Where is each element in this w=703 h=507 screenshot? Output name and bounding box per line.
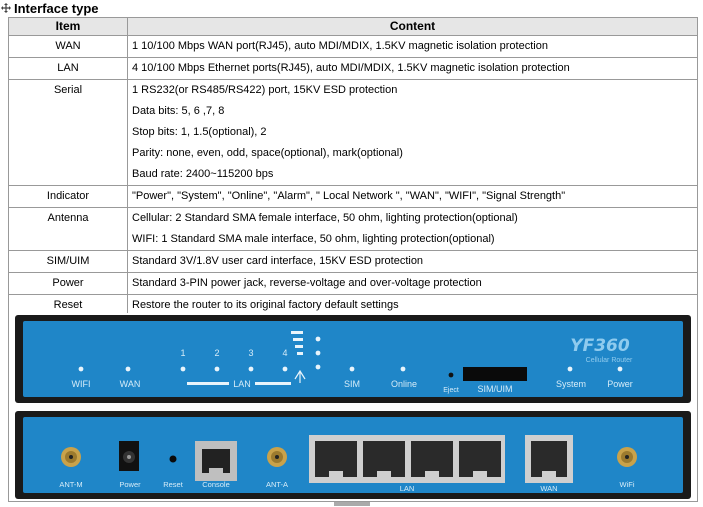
label-eject: Eject xyxy=(443,387,459,394)
lan-port-2[interactable] xyxy=(363,441,405,477)
column-header-content: Content xyxy=(127,17,698,36)
label-system: System xyxy=(556,379,586,389)
lan-port-1[interactable] xyxy=(315,441,357,477)
led-lan-3 xyxy=(248,366,254,372)
led-signal-3 xyxy=(315,364,321,370)
cell-item: Power xyxy=(8,272,128,295)
lan-bar-right xyxy=(255,382,291,385)
led-power xyxy=(617,366,623,372)
table-row: Antenna Cellular: 2 Standard SMA female i… xyxy=(8,207,698,251)
table-row: WAN 1 10/100 Mbps WAN port(RJ45), auto MD… xyxy=(8,35,698,58)
wifi-connector[interactable] xyxy=(617,447,637,467)
console-port[interactable] xyxy=(195,441,237,481)
content-line: "Power", "System", "Online", "Alarm", " … xyxy=(132,190,566,202)
cell-content: 1 RS232(or RS485/RS422) port, 15KV ESD p… xyxy=(127,79,698,186)
led-online xyxy=(400,366,406,372)
table-row: Indicator "Power", "System", "Online", "A… xyxy=(8,185,698,208)
cell-item: Antenna xyxy=(8,207,128,251)
content-line: Data bits: 5, 6 ,7, 8 xyxy=(132,105,225,117)
ant-a-connector[interactable] xyxy=(267,447,287,467)
sim-card-slot[interactable] xyxy=(463,367,527,381)
ant-m-connector[interactable] xyxy=(61,447,81,467)
cell-content: 1 10/100 Mbps WAN port(RJ45), auto MDI/M… xyxy=(127,35,698,58)
label-power: Power xyxy=(607,379,633,389)
content-line: Parity: none, even, odd, space(optional)… xyxy=(132,147,403,159)
led-wan xyxy=(125,366,131,372)
content-line: 1 10/100 Mbps WAN port(RJ45), auto MDI/M… xyxy=(132,40,548,52)
cell-item: SIM/UIM xyxy=(8,250,128,273)
label-wan: WAN xyxy=(120,379,141,389)
lan-number-1: 1 xyxy=(180,348,185,358)
table-body: WAN 1 10/100 Mbps WAN port(RJ45), auto MD… xyxy=(8,35,698,317)
cell-content: Standard 3V/1.8V user card interface, 15… xyxy=(127,250,698,273)
label-sim: SIM xyxy=(344,379,360,389)
eject-button[interactable] xyxy=(448,372,454,378)
label-wifi: WIFI xyxy=(72,379,91,389)
table-row: SIM/UIM Standard 3V/1.8V user card interf… xyxy=(8,250,698,273)
lan-port-3[interactable] xyxy=(411,441,453,477)
lan-port-4[interactable] xyxy=(459,441,501,477)
section-header: Interface type xyxy=(0,0,99,16)
rear-label-lan: LAN xyxy=(400,484,415,493)
led-lan-4 xyxy=(282,366,288,372)
cell-content: 4 10/100 Mbps Ethernet ports(RJ45), auto… xyxy=(127,57,698,80)
image-resize-handle[interactable] xyxy=(334,502,370,506)
led-signal-2 xyxy=(315,350,321,356)
table-header-row: Item Content xyxy=(8,17,698,36)
rear-label-console: Console xyxy=(202,480,230,489)
cell-content: Standard 3-PIN power jack, reverse-volta… xyxy=(127,272,698,295)
cell-item: Indicator xyxy=(8,185,128,208)
power-jack[interactable] xyxy=(119,441,139,471)
rear-label-wifi: WiFi xyxy=(620,480,635,489)
label-online: Online xyxy=(391,379,417,389)
router-illustration: YF360 Cellular Router 1 2 3 4 WIFI WAN L… xyxy=(15,315,691,499)
content-line: Standard 3-PIN power jack, reverse-volta… xyxy=(132,277,482,289)
lan-bar-left xyxy=(187,382,229,385)
signal-bar-3 xyxy=(295,345,303,348)
rear-label-ant-m: ANT-M xyxy=(59,480,82,489)
led-wifi xyxy=(78,366,84,372)
rear-label-ant-a: ANT-A xyxy=(266,480,288,489)
brand-logo: YF360 xyxy=(570,336,630,356)
signal-bar-1 xyxy=(291,331,303,334)
interface-table: Item Content WAN 1 10/100 Mbps WAN port(R… xyxy=(8,17,698,317)
led-lan-1 xyxy=(180,366,186,372)
content-line: 1 RS232(or RS485/RS422) port, 15KV ESD p… xyxy=(132,84,398,96)
router-photo: YF360 Cellular Router 1 2 3 4 WIFI WAN L… xyxy=(8,313,698,502)
move-handle-icon[interactable] xyxy=(1,3,11,13)
table-row: Serial 1 RS232(or RS485/RS422) port, 15KV… xyxy=(8,79,698,186)
content-line: Stop bits: 1, 1.5(optional), 2 xyxy=(132,126,267,138)
led-sim xyxy=(349,366,355,372)
wan-port[interactable] xyxy=(525,435,573,483)
content-line: Baud rate: 2400~115200 bps xyxy=(132,168,274,180)
rear-label-wan: WAN xyxy=(540,484,557,493)
cell-item: LAN xyxy=(8,57,128,80)
cell-content: Cellular: 2 Standard SMA female interfac… xyxy=(127,207,698,251)
signal-bar-2 xyxy=(293,338,303,341)
led-lan-2 xyxy=(214,366,220,372)
content-line: 4 10/100 Mbps Ethernet ports(RJ45), auto… xyxy=(132,62,570,74)
table-row: Power Standard 3-PIN power jack, reverse-… xyxy=(8,272,698,295)
content-line: Cellular: 2 Standard SMA female interfac… xyxy=(132,212,518,224)
lan-number-4: 4 xyxy=(282,348,287,358)
lan-number-2: 2 xyxy=(214,348,219,358)
cell-item: Serial xyxy=(8,79,128,186)
led-signal-1 xyxy=(315,336,321,342)
signal-bar-4 xyxy=(297,352,303,355)
column-header-item: Item xyxy=(8,17,128,36)
cell-item: WAN xyxy=(8,35,128,58)
led-system xyxy=(567,366,573,372)
cell-content: "Power", "System", "Online", "Alarm", " … xyxy=(127,185,698,208)
label-sim-uim: SIM/UIM xyxy=(478,384,513,394)
label-lan: LAN xyxy=(233,379,251,389)
rear-label-reset: Reset xyxy=(163,480,184,489)
rear-label-power: Power xyxy=(119,480,141,489)
brand-subtitle: Cellular Router xyxy=(586,357,633,364)
section-title: Interface type xyxy=(14,0,99,16)
content-line: Standard 3V/1.8V user card interface, 15… xyxy=(132,255,424,267)
table-row: LAN 4 10/100 Mbps Ethernet ports(RJ45), a… xyxy=(8,57,698,80)
content-line: WIFI: 1 Standard SMA male interface, 50 … xyxy=(132,233,495,245)
reset-button[interactable] xyxy=(169,455,177,463)
lan-number-3: 3 xyxy=(248,348,253,358)
